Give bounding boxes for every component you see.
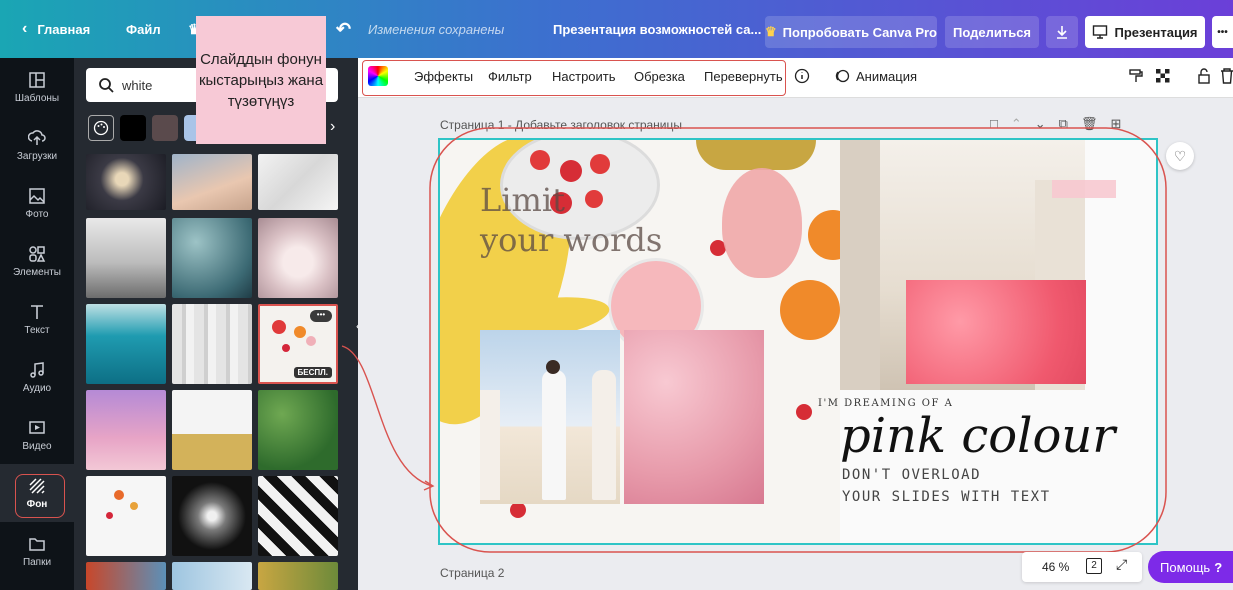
zoom-controls: 46 % 2 ⤢ [1022, 552, 1142, 582]
annotation-arrow [341, 345, 433, 487]
instruction-note: Слайддын фонун кыстарыңыз жана түзөтүңүз [196, 16, 326, 144]
slide-annotation-outline [429, 127, 1167, 553]
page-count[interactable]: 2 [1086, 558, 1102, 574]
zoom-level[interactable]: 46 % [1042, 560, 1069, 574]
page-2-label[interactable]: Страница 2 [440, 566, 504, 580]
fullscreen-icon[interactable]: ⤢ [1116, 556, 1127, 573]
annotation-overlay [341, 127, 1167, 553]
note-text: Слайддын фонун кыстарыңыз жана түзөтүңүз [198, 50, 324, 110]
help-button[interactable]: Помощь ? [1148, 551, 1233, 583]
help-label: Помощь [1160, 559, 1211, 575]
help-question-icon: ? [1214, 559, 1223, 575]
